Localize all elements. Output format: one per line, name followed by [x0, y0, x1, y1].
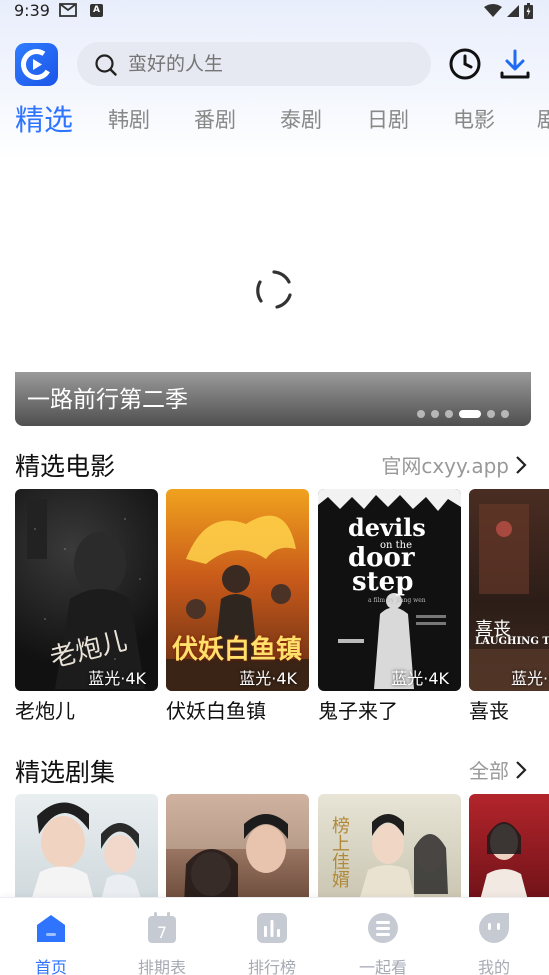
series-section-title: 精选剧集	[15, 758, 116, 787]
pagination-dot[interactable]	[445, 410, 453, 418]
bottom-navigation: 首页 7 排期表 排行榜 一起看 我的	[0, 897, 549, 975]
poster-art	[469, 504, 549, 691]
download-icon	[500, 49, 530, 79]
poster-art	[166, 794, 309, 904]
chevron-right-icon	[516, 455, 527, 474]
series-card[interactable]	[15, 794, 158, 904]
mail-icon	[59, 3, 77, 17]
tab-anime[interactable]: 番剧	[194, 98, 236, 142]
tab-featured[interactable]: 精选	[15, 98, 73, 142]
search-bar[interactable]	[77, 42, 431, 86]
watch-together-icon	[368, 913, 398, 943]
status-bar: 9:39 A	[0, 0, 549, 24]
movies-more-link[interactable]: 官网cxyy.app	[381, 450, 527, 479]
movie-card[interactable]: 伏妖白鱼镇 蓝光·4K 伏妖白鱼镇	[166, 489, 309, 724]
nav-watch-together-label: 一起看	[358, 958, 407, 975]
status-indicators	[484, 3, 533, 19]
hero-banner[interactable]: 一路前行第二季	[15, 160, 531, 426]
nav-profile[interactable]: 我的	[454, 910, 534, 975]
quality-badge: 蓝光·4K	[391, 669, 449, 688]
nav-home-label: 首页	[34, 958, 67, 975]
nav-schedule[interactable]: 7 排期表	[122, 910, 202, 975]
bar-chart-icon	[257, 913, 287, 943]
home-icon	[37, 915, 65, 942]
profile-icon	[479, 913, 509, 943]
download-button[interactable]	[497, 46, 533, 82]
pagination-dot[interactable]	[501, 410, 509, 418]
app-logo[interactable]	[15, 43, 58, 86]
poster-title-art: step	[352, 567, 414, 597]
history-button[interactable]	[447, 46, 483, 82]
wifi-icon	[484, 4, 502, 17]
notification-a-icon: A	[90, 4, 103, 17]
movie-title: 喜丧	[469, 699, 509, 723]
nav-ranking-label: 排行榜	[247, 958, 296, 975]
nav-schedule-label: 排期表	[137, 958, 186, 975]
tab-korean-drama[interactable]: 韩剧	[108, 98, 150, 142]
series-card[interactable]: 榜上佳婿	[318, 794, 461, 904]
loading-spinner-icon	[256, 270, 292, 309]
banner-title: 一路前行第二季	[27, 387, 188, 413]
nav-home[interactable]: 首页	[11, 910, 91, 975]
tab-japanese-drama[interactable]: 日剧	[367, 98, 409, 142]
movie-card[interactable]: 喜丧 LAUGHING TO 蓝光·4K 喜丧	[469, 489, 549, 724]
calendar-icon-number: 7	[157, 923, 167, 942]
tab-thai-drama[interactable]: 泰剧	[280, 98, 322, 142]
banner-pagination	[417, 410, 509, 418]
tab-more[interactable]: 剧	[537, 98, 549, 142]
tab-movies[interactable]: 电影	[453, 98, 495, 142]
movie-title: 伏妖白鱼镇	[166, 699, 266, 723]
quality-badge: 蓝光·4K	[88, 669, 146, 688]
movie-poster: 喜丧 LAUGHING TO 蓝光·4K	[469, 489, 549, 691]
series-card[interactable]	[166, 794, 309, 904]
calendar-icon: 7	[148, 912, 176, 943]
movie-poster: devils on the door step a film by jiang …	[318, 489, 461, 691]
category-tabs: 精选 韩剧 番剧 泰剧 日剧 电影 剧	[0, 98, 549, 142]
movies-more-label: 官网cxyy.app	[381, 454, 509, 478]
movie-card[interactable]: 老炮儿 蓝光·4K 老炮儿	[15, 489, 158, 724]
poster-title-art: 伏妖白鱼镇	[172, 635, 303, 665]
chevron-right-icon	[516, 760, 527, 779]
clock-icon	[449, 48, 481, 80]
status-time: 9:39	[14, 1, 50, 20]
nav-watch-together[interactable]: 一起看	[343, 910, 423, 975]
quality-badge: 蓝光·4K	[511, 669, 549, 688]
signal-icon	[507, 5, 519, 17]
pagination-dot[interactable]	[487, 410, 495, 418]
pagination-dot-active[interactable]	[459, 410, 481, 418]
search-input[interactable]	[128, 42, 418, 86]
movie-title: 老炮儿	[15, 699, 75, 723]
pagination-dot[interactable]	[417, 410, 425, 418]
series-more-label: 全部	[469, 759, 509, 783]
search-icon	[95, 54, 117, 76]
movie-card[interactable]: devils on the door step a film by jiang …	[318, 489, 461, 724]
poster-title-art: 榜上佳婿	[329, 816, 350, 888]
poster-subtitle-art: LAUGHING TO	[475, 636, 549, 647]
series-card[interactable]	[469, 794, 549, 904]
poster-title-art: devils	[348, 513, 426, 542]
series-more-link[interactable]: 全部	[469, 755, 527, 784]
poster-art	[479, 822, 529, 904]
movie-poster: 老炮儿 蓝光·4K	[15, 489, 158, 691]
battery-icon	[524, 3, 533, 19]
logo-icon	[21, 49, 52, 80]
nav-ranking[interactable]: 排行榜	[232, 910, 312, 975]
quality-badge: 蓝光·4K	[239, 669, 297, 688]
movies-section-title: 精选电影	[15, 452, 116, 481]
movie-poster: 伏妖白鱼镇 蓝光·4K	[166, 489, 309, 691]
nav-profile-label: 我的	[477, 958, 510, 975]
poster-art	[30, 802, 143, 904]
movie-title: 鬼子来了	[318, 699, 398, 723]
pagination-dot[interactable]	[431, 410, 439, 418]
poster-credit-art: a film by jiang wen	[368, 597, 426, 604]
